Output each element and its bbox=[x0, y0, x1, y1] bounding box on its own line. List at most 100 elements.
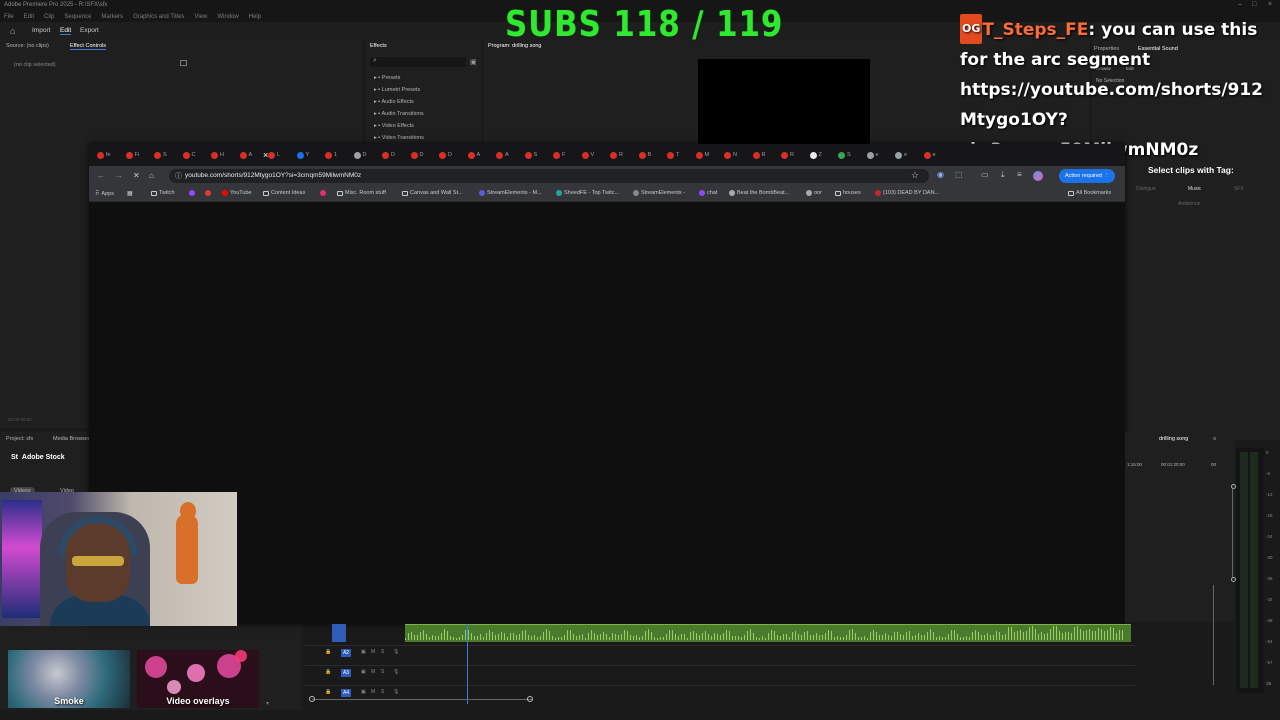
track-label[interactable]: A4 bbox=[341, 689, 351, 697]
bookmark-chat[interactable]: chat bbox=[699, 190, 717, 196]
bookmark-apps[interactable]: ⠿ Apps bbox=[95, 190, 114, 198]
menu-help[interactable]: Help bbox=[249, 12, 261, 22]
browser-tab[interactable]: Y bbox=[296, 150, 323, 160]
mic-icon[interactable]: 🎙 bbox=[393, 689, 399, 695]
tag-dialogue[interactable]: Dialogue bbox=[1136, 186, 1156, 192]
browser-tab[interactable]: D bbox=[353, 150, 380, 160]
back-icon[interactable]: ← bbox=[97, 171, 105, 180]
program-video-frame[interactable] bbox=[698, 59, 870, 144]
menu-view[interactable]: View bbox=[194, 12, 207, 22]
browser-tab[interactable]: S bbox=[154, 150, 180, 160]
solo-button[interactable]: S bbox=[381, 649, 384, 655]
effects-item[interactable]: ▸ ▪ Audio Effects bbox=[374, 99, 424, 111]
mic-icon[interactable]: 🎙 bbox=[393, 649, 399, 655]
browser-tab[interactable]: V bbox=[581, 150, 608, 160]
effects-item[interactable]: ▸ ▪ Video Effects bbox=[374, 123, 424, 135]
close-tab-icon[interactable]: × bbox=[263, 150, 273, 160]
bookmark-tabgroup[interactable]: ▦ bbox=[127, 190, 133, 197]
playhead[interactable] bbox=[467, 624, 468, 704]
stock-thumbnail-smoke[interactable]: Smoke bbox=[8, 650, 130, 708]
menu-graphics[interactable]: Graphics and Titles bbox=[133, 12, 184, 22]
effects-item[interactable]: ▸ ▪ Audio Transitions bbox=[374, 111, 424, 123]
browser-tab[interactable]: A bbox=[467, 150, 494, 160]
stock-thumbnail-video-overlays[interactable]: Video overlays bbox=[137, 650, 259, 708]
menu-clip[interactable]: Clip bbox=[44, 12, 54, 22]
page-content[interactable] bbox=[89, 202, 1125, 624]
browser-tab[interactable]: e bbox=[866, 150, 893, 160]
tab-project[interactable]: Project: sfx bbox=[6, 436, 33, 442]
browser-tab[interactable]: S bbox=[838, 150, 864, 160]
site-info-icon[interactable]: ⓘ bbox=[175, 171, 182, 181]
bookmark-dead-by-daylight[interactable]: (103) DEAD BY DAN... bbox=[875, 190, 939, 196]
screenshot-icon[interactable]: ▭ bbox=[981, 170, 989, 179]
tab-export[interactable]: Export bbox=[80, 27, 99, 34]
bookmark-red[interactable] bbox=[205, 190, 211, 196]
home-icon[interactable]: ⌂ bbox=[10, 26, 20, 36]
bookmark-youtube[interactable]: YouTube bbox=[222, 190, 252, 196]
vertical-scrollbar[interactable] bbox=[1232, 489, 1233, 577]
tab-import[interactable]: Import bbox=[32, 27, 50, 34]
bookmark-oor[interactable]: oor bbox=[806, 190, 822, 196]
scroll-down-icon[interactable]: ▾ bbox=[266, 700, 272, 707]
track-target-a1[interactable] bbox=[332, 624, 346, 642]
browser-tab[interactable]: M bbox=[695, 150, 722, 160]
bookmark-twitch-icon[interactable] bbox=[189, 190, 195, 196]
zoom-handle-right[interactable] bbox=[527, 696, 533, 702]
browser-tab[interactable]: H bbox=[211, 150, 237, 160]
bookmark-instagram[interactable] bbox=[320, 190, 326, 196]
mute-button[interactable]: M bbox=[371, 649, 375, 655]
bookmark-beat-the-bomb[interactable]: Beat the BombBeat... bbox=[729, 190, 789, 196]
tag-ambience[interactable]: Ambience bbox=[1178, 201, 1200, 207]
browser-tab[interactable]: C bbox=[182, 150, 209, 160]
browser-tab[interactable]: e bbox=[895, 150, 921, 160]
bookmark-houses[interactable]: houses bbox=[835, 190, 861, 196]
home-button-icon[interactable]: ⌂ bbox=[149, 171, 154, 180]
browser-tab[interactable]: R bbox=[752, 150, 779, 160]
browser-tab[interactable]: R bbox=[781, 150, 807, 160]
lock-icon[interactable]: 🔒 bbox=[325, 689, 331, 695]
minimize-icon[interactable]: – bbox=[1238, 1, 1242, 8]
bookmark-content-ideas[interactable]: Content Ideas bbox=[263, 190, 305, 196]
tag-music[interactable]: Music bbox=[1188, 186, 1201, 192]
lock-icon[interactable]: 🔒 bbox=[325, 649, 331, 655]
new-bin-icon[interactable]: ▣ bbox=[470, 58, 477, 66]
reload-icon[interactable]: ✕ bbox=[133, 171, 140, 180]
address-bar[interactable]: ⓘ youtube.com/shorts/912Mtygo1OY?si=3cmq… bbox=[169, 169, 929, 183]
sync-icon[interactable]: ▣ bbox=[361, 689, 366, 695]
menu-window[interactable]: Window bbox=[217, 12, 238, 22]
bookmark-twitch[interactable]: Twitch bbox=[151, 190, 175, 196]
effects-item[interactable]: ▸ ▪ Lumetri Presets bbox=[374, 87, 424, 99]
browser-tab[interactable]: R bbox=[610, 150, 636, 160]
panel-toggle-icon[interactable] bbox=[180, 60, 187, 66]
browser-tab[interactable]: B bbox=[638, 150, 665, 160]
browser-tab[interactable]: A bbox=[496, 150, 522, 160]
action-required-button[interactable]: Action required ⋮ bbox=[1059, 169, 1116, 183]
url-text[interactable]: youtube.com/shorts/912Mtygo1OY?si=3cmqm5… bbox=[185, 172, 361, 179]
browser-tab[interactable]: D bbox=[439, 150, 465, 160]
bookmark-streamelements[interactable]: StreamElements - bbox=[633, 190, 685, 196]
browser-tab[interactable]: T bbox=[667, 150, 693, 160]
bookmark-sheedfe[interactable]: SheedFE - Top Twitc... bbox=[556, 190, 619, 196]
browser-tab[interactable]: D bbox=[382, 150, 408, 160]
sequence-tab[interactable]: drilling song bbox=[1159, 436, 1188, 442]
menu-edit[interactable]: Edit bbox=[24, 12, 34, 22]
bookmark-canvas[interactable]: Canvas and Wall St... bbox=[402, 190, 463, 196]
audio-clip[interactable] bbox=[405, 624, 1131, 642]
browser-tab[interactable]: Z bbox=[809, 150, 836, 160]
zoom-handle-left[interactable] bbox=[309, 696, 315, 702]
mute-button[interactable]: M bbox=[371, 689, 375, 695]
menu-sequence[interactable]: Sequence bbox=[64, 12, 91, 22]
solo-button[interactable]: S bbox=[381, 689, 384, 695]
sync-icon[interactable]: ▣ bbox=[361, 649, 366, 655]
media-control-icon[interactable]: ≡ bbox=[1017, 170, 1022, 179]
forward-icon[interactable]: → bbox=[115, 171, 123, 180]
download-icon[interactable]: ⤓ bbox=[1001, 170, 1005, 180]
track-label[interactable]: A2 bbox=[341, 649, 351, 657]
sync-icon[interactable]: ▣ bbox=[361, 669, 366, 675]
mic-icon[interactable]: 🎙 bbox=[393, 669, 399, 675]
effects-search-input[interactable]: ⌕ bbox=[370, 57, 466, 67]
tag-sfx[interactable]: SFX bbox=[1234, 186, 1244, 192]
mute-button[interactable]: M bbox=[371, 669, 375, 675]
browser-tab[interactable]: 1 bbox=[325, 150, 351, 160]
browser-tab[interactable]: D bbox=[410, 150, 437, 160]
